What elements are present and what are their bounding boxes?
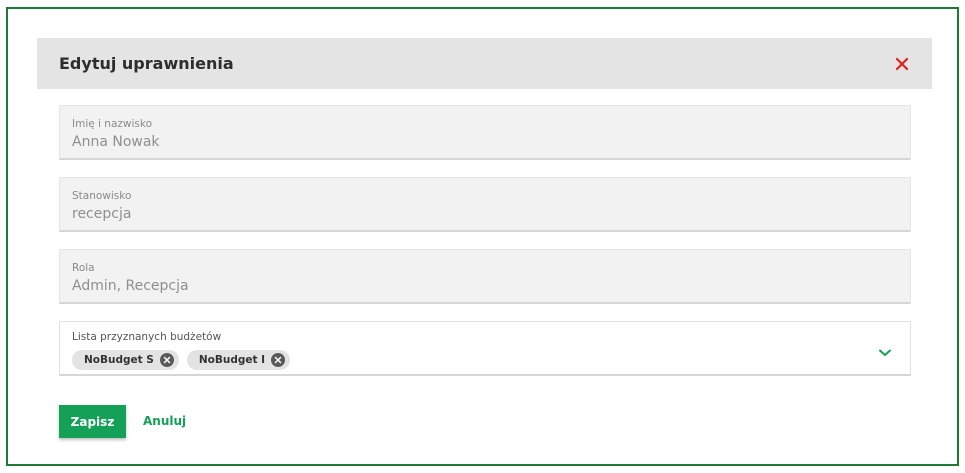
budget-chip-label: NoBudget I [198,354,266,366]
modal-title: Edytuj uprawnienia [59,54,234,73]
budgets-multiselect[interactable]: Lista przyznanych budżetów NoBudget S No… [59,321,911,376]
role-field-label: Rola [72,262,95,274]
role-field[interactable]: Rola Admin, Recepcja [59,249,911,304]
budget-chip: NoBudget S [72,350,179,370]
remove-chip-icon[interactable] [271,353,286,367]
role-field-value: Admin, Recepcja [72,278,189,294]
save-button[interactable]: Zapisz [59,405,126,438]
budget-chip-label: NoBudget S [84,354,154,366]
name-field[interactable]: Imię i nazwisko Anna Nowak [59,105,911,160]
cancel-button[interactable]: Anuluj [143,412,186,430]
remove-chip-icon[interactable] [159,353,174,367]
position-field[interactable]: Stanowisko recepcja [59,177,911,232]
modal-header: Edytuj uprawnienia [37,38,932,89]
position-field-label: Stanowisko [72,190,132,202]
budget-chips: NoBudget S NoBudget I [72,350,898,370]
budgets-field-label: Lista przyznanych budżetów [72,331,222,343]
position-field-value: recepcja [72,206,132,222]
close-icon[interactable] [892,54,912,74]
name-field-value: Anna Nowak [72,134,160,150]
budget-chip: NoBudget I [186,350,291,370]
chevron-down-icon[interactable] [878,343,892,356]
name-field-label: Imię i nazwisko [72,118,153,130]
